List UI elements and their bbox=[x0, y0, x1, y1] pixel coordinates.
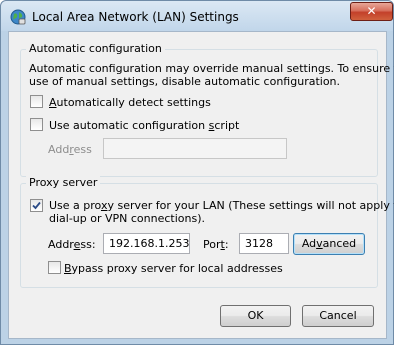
proxy-server-title: Proxy server bbox=[26, 176, 101, 189]
auto-config-script-checkbox[interactable] bbox=[30, 118, 43, 131]
bypass-local-checkbox[interactable] bbox=[48, 261, 61, 274]
window-title: Local Area Network (LAN) Settings bbox=[32, 10, 239, 24]
use-proxy-label-line2[interactable]: dial-up or VPN connections). bbox=[49, 212, 205, 225]
auto-config-script-label[interactable]: Use automatic configuration script bbox=[49, 119, 239, 132]
auto-detect-label[interactable]: Automatically detect settings bbox=[49, 96, 211, 109]
lan-settings-dialog: Local Area Network (LAN) Settings ✕ Auto… bbox=[0, 0, 394, 345]
ok-button[interactable]: OK bbox=[220, 305, 291, 327]
proxy-address-field[interactable]: 192.168.1.253 bbox=[103, 233, 190, 254]
close-icon: ✕ bbox=[366, 4, 377, 18]
automatic-configuration-description-line2: use of manual settings, disable automati… bbox=[29, 75, 341, 88]
proxy-port-field[interactable]: 3128 bbox=[239, 233, 289, 254]
title-bar[interactable]: Local Area Network (LAN) Settings ✕ bbox=[1, 1, 393, 31]
close-button[interactable]: ✕ bbox=[350, 2, 393, 21]
proxy-port-label: Port: bbox=[203, 238, 229, 251]
use-proxy-label[interactable]: Use a proxy server for your LAN (These s… bbox=[49, 199, 394, 212]
auto-detect-checkbox[interactable] bbox=[30, 95, 43, 108]
proxy-address-label: Address: bbox=[48, 238, 96, 251]
automatic-configuration-description: Automatic configuration may override man… bbox=[29, 62, 394, 75]
checkmark-icon bbox=[32, 201, 41, 210]
network-globe-icon bbox=[10, 9, 26, 25]
auto-config-address-label: Address bbox=[48, 143, 92, 156]
dialog-body: Automatic configuration Automatic config… bbox=[8, 31, 394, 339]
auto-config-address-field[interactable] bbox=[103, 138, 287, 159]
bypass-local-label[interactable]: Bypass proxy server for local addresses bbox=[64, 262, 283, 275]
cancel-button[interactable]: Cancel bbox=[302, 305, 374, 327]
use-proxy-checkbox[interactable] bbox=[30, 199, 43, 212]
advanced-button[interactable]: Advanced bbox=[293, 233, 365, 255]
automatic-configuration-title: Automatic configuration bbox=[26, 42, 165, 55]
